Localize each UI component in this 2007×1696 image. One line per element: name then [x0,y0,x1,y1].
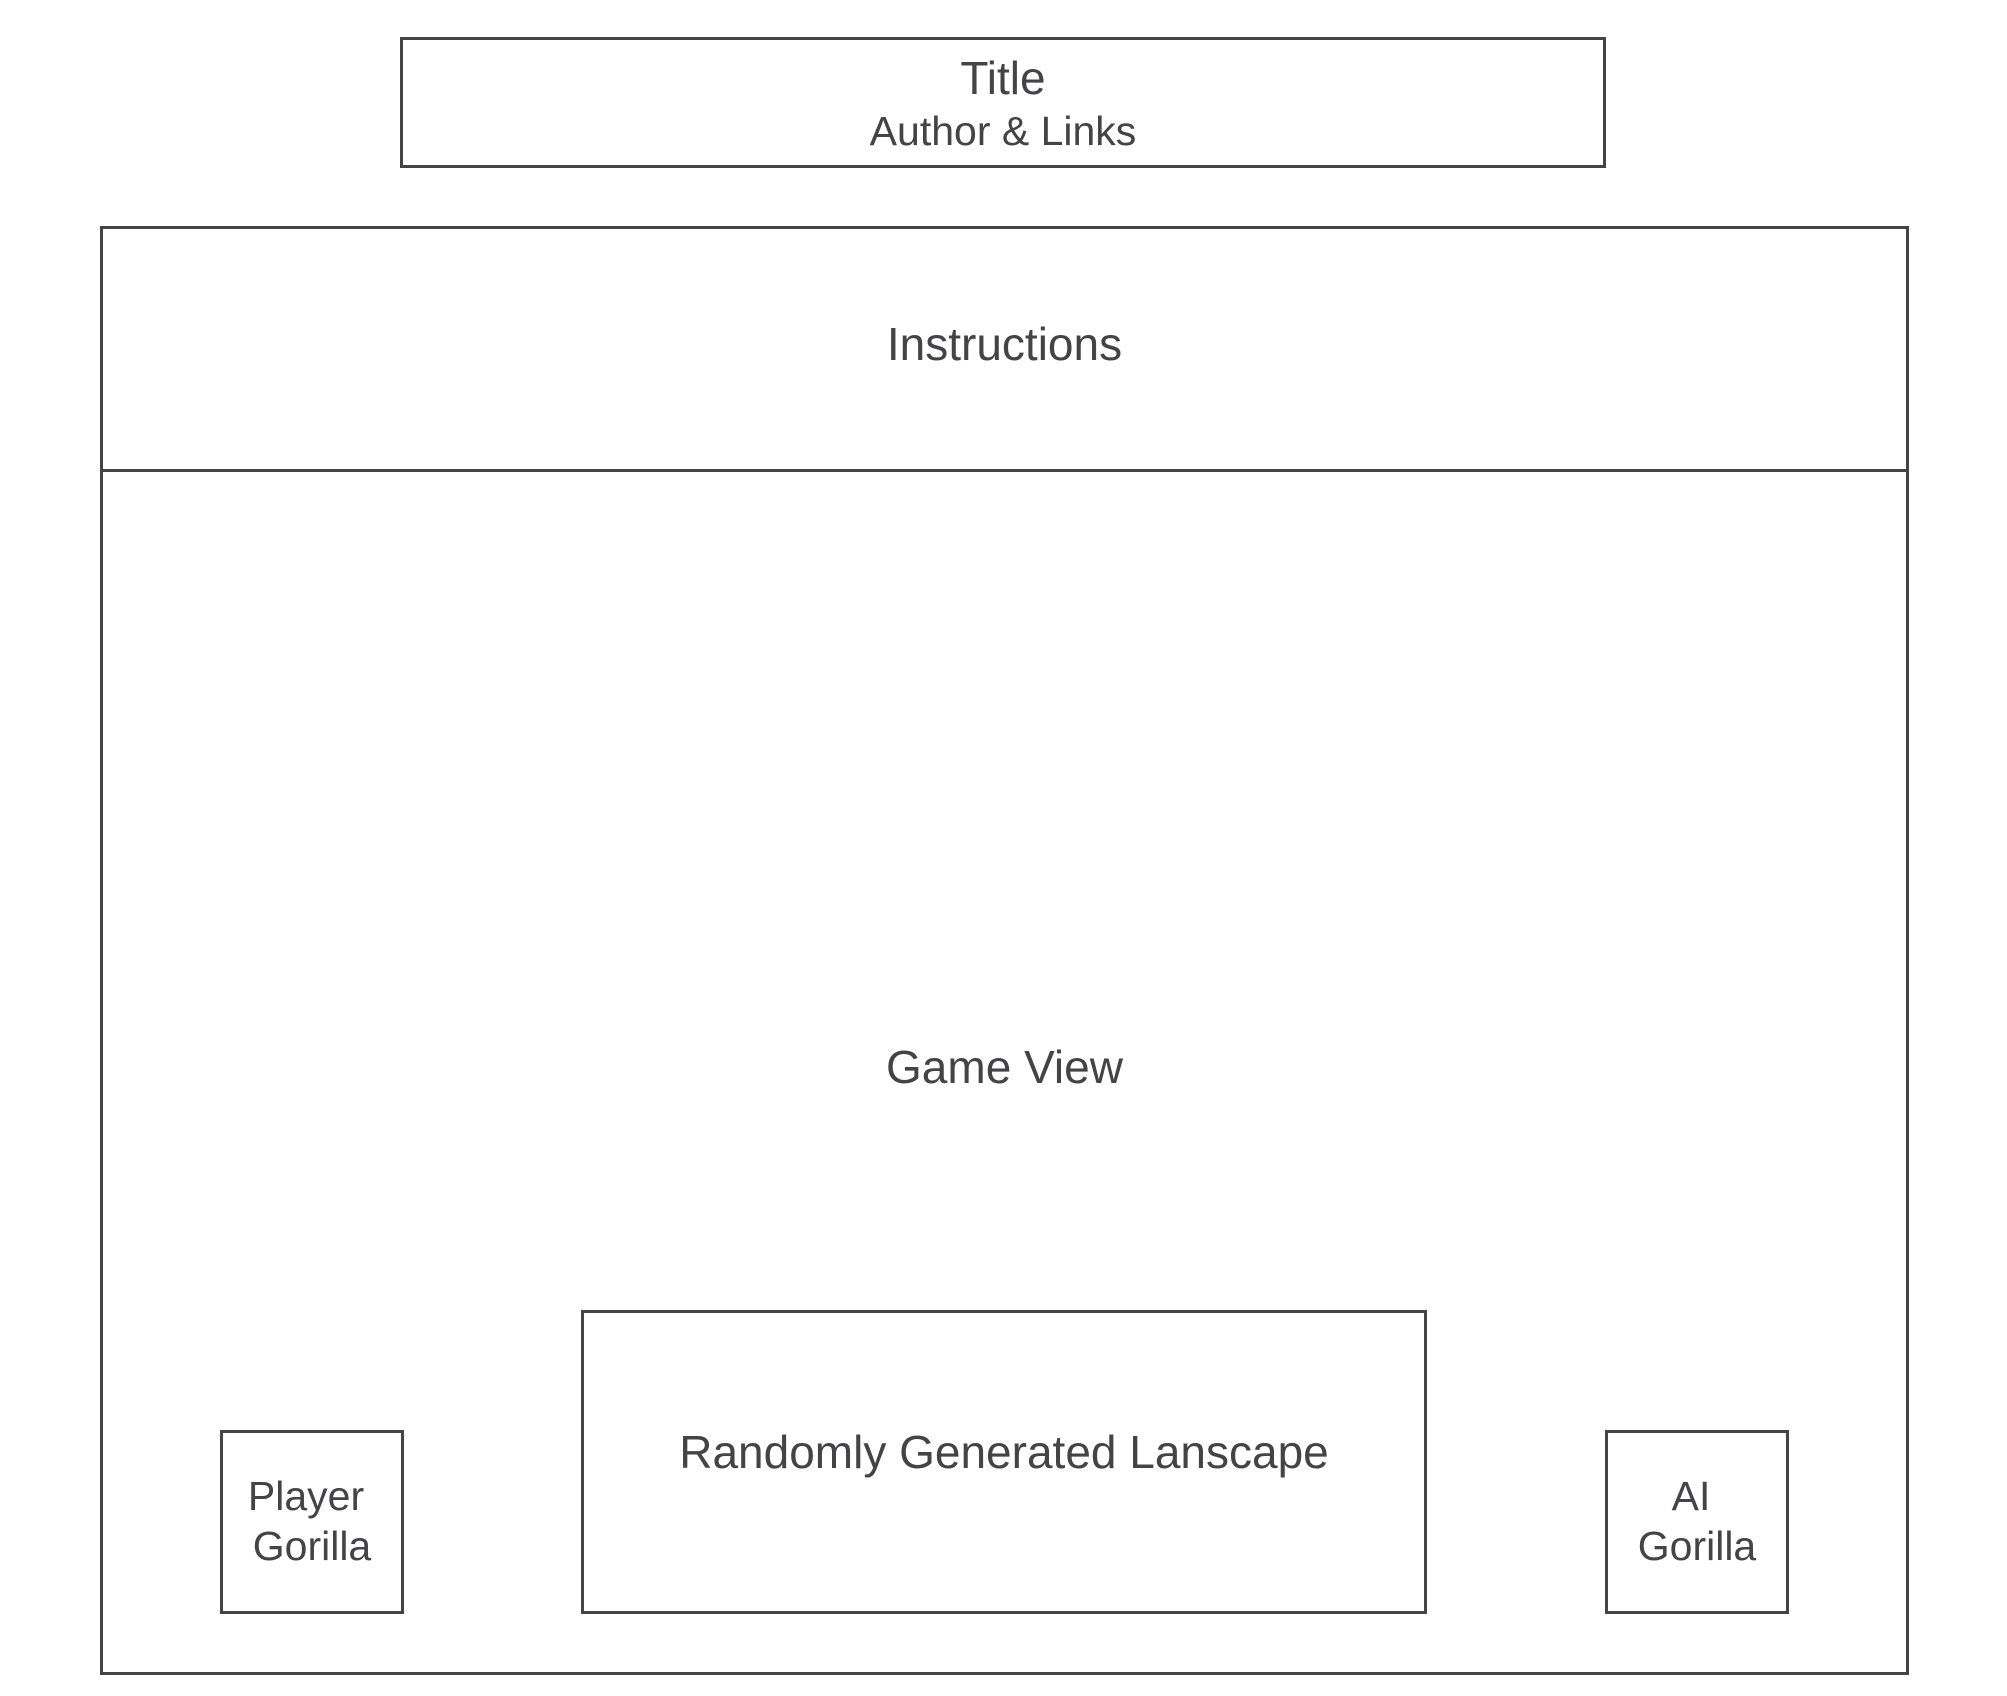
author-links-text: Author & Links [869,108,1137,154]
instructions-label: Instructions [886,318,1123,370]
player-gorilla-label-line1: Player [247,1473,365,1519]
ai-gorilla-label-line1: AI [1671,1473,1711,1519]
game-view-label: Game View [886,1041,1123,1093]
title-box: Title Author & Links [400,37,1606,168]
ai-gorilla-box: AI Gorilla [1605,1430,1789,1614]
page-title: Title [960,52,1046,104]
instructions-divider [103,469,1906,472]
landscape-label: Randomly Generated Lanscape [679,1426,1329,1478]
player-gorilla-label-line2: Gorilla [252,1523,372,1569]
player-gorilla-box: Player Gorilla [220,1430,404,1614]
ai-gorilla-label-line2: Gorilla [1637,1523,1757,1569]
landscape-box: Randomly Generated Lanscape [581,1310,1427,1614]
